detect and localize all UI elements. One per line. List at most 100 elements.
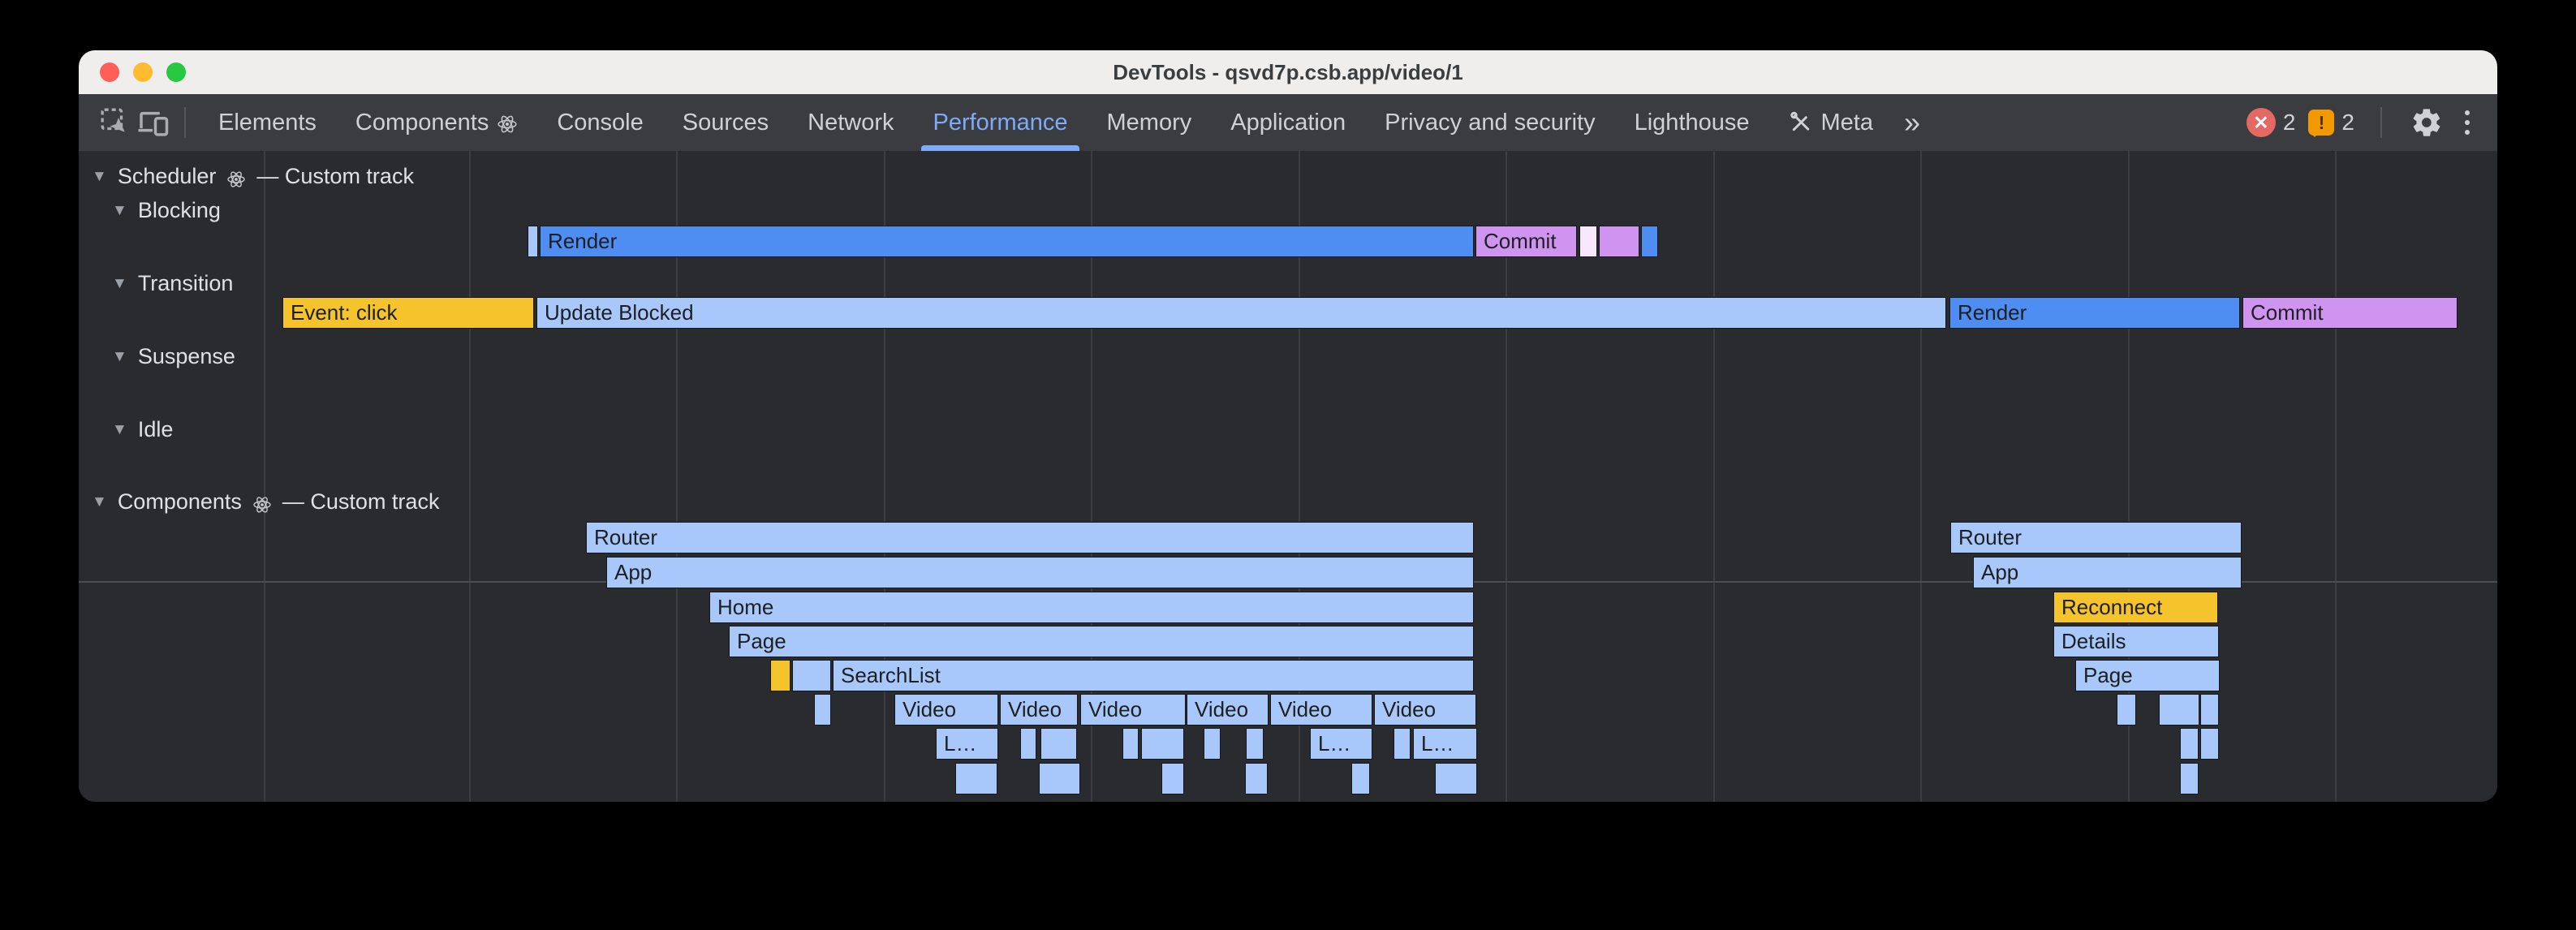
tab-elements[interactable]: Elements xyxy=(199,94,336,151)
flame-bar-video[interactable]: Video xyxy=(1187,694,1269,725)
inspect-element-icon[interactable] xyxy=(97,104,134,141)
flame-bar-segment[interactable] xyxy=(792,660,831,691)
kebab-menu-icon[interactable] xyxy=(2458,110,2476,135)
tab-label: Sources xyxy=(683,110,769,136)
tab-memory[interactable]: Memory xyxy=(1088,94,1212,151)
flame-bar-segment[interactable] xyxy=(1351,763,1370,794)
flame-bar-l[interactable]: L… xyxy=(1413,728,1477,760)
zoom-button[interactable] xyxy=(166,62,186,82)
close-button[interactable] xyxy=(100,62,119,82)
settings-gear-icon[interactable] xyxy=(2408,104,2445,141)
flame-bar-event-click[interactable]: Event: click xyxy=(282,297,534,329)
track-suffix: — Custom track xyxy=(256,164,414,189)
tab-label: Network xyxy=(808,110,894,136)
flame-bar-commit[interactable]: Commit xyxy=(2242,297,2458,329)
toolbar-separator xyxy=(184,107,186,138)
flame-bar-router[interactable]: Router xyxy=(586,522,1474,553)
flame-bar-segment[interactable] xyxy=(1040,728,1077,760)
flame-bar-segment[interactable] xyxy=(1599,226,1639,257)
lane-suspense[interactable]: ▼Suspense xyxy=(112,340,235,372)
track-header-components[interactable]: ▼Components— Custom track xyxy=(92,485,439,518)
flame-bar-home[interactable]: Home xyxy=(709,592,1474,623)
collapse-triangle-icon[interactable]: ▼ xyxy=(112,275,127,293)
flame-bar-segment[interactable] xyxy=(2159,694,2199,725)
flame-bar-commit[interactable]: Commit xyxy=(1475,226,1577,257)
devtools-toolbar: Elements ComponentsConsole Sources Network P… xyxy=(79,94,2497,151)
flame-bar-segment[interactable] xyxy=(814,694,831,725)
tab-label: Elements xyxy=(218,110,317,136)
track-label-text: Transition xyxy=(138,271,234,296)
error-badge[interactable]: ✕ 2 xyxy=(2246,108,2296,137)
flame-bar-l[interactable]: L… xyxy=(936,728,998,760)
track-label-text: Components xyxy=(118,489,242,515)
flame-bar-segment[interactable] xyxy=(1435,763,1477,794)
flame-bar-reconnect[interactable]: Reconnect xyxy=(2053,592,2218,623)
react-icon xyxy=(226,168,246,187)
flame-bar-segment[interactable] xyxy=(1020,728,1036,760)
flame-bar-update-blocked[interactable]: Update Blocked xyxy=(536,297,1946,329)
flame-bar-app[interactable]: App xyxy=(606,557,1474,588)
flame-bar-segment[interactable] xyxy=(1579,226,1597,257)
flame-bar-segment[interactable] xyxy=(2180,763,2199,794)
lane-idle[interactable]: ▼ Idle xyxy=(112,413,173,446)
flame-bar-segment[interactable] xyxy=(1141,728,1184,760)
flame-bar-segment[interactable] xyxy=(1246,728,1264,760)
traffic-lights xyxy=(100,50,186,94)
collapse-triangle-icon[interactable]: ▼ xyxy=(112,348,127,366)
track-label-text: Idle xyxy=(138,417,174,442)
collapse-triangle-icon[interactable]: ▼ xyxy=(112,421,127,439)
flame-bar-details[interactable]: Details xyxy=(2053,626,2219,657)
flame-bar-segment[interactable] xyxy=(2180,728,2199,760)
flame-bar-segment[interactable] xyxy=(2117,694,2136,725)
flame-bar-render[interactable]: Render xyxy=(540,226,1474,257)
gridline xyxy=(1920,151,1922,802)
flame-bar-segment[interactable] xyxy=(1204,728,1221,760)
tab-console[interactable]: Console xyxy=(537,94,662,151)
flame-bar-video[interactable]: Video xyxy=(894,694,998,725)
lane-transition[interactable]: ▼ Transition xyxy=(112,267,233,299)
flame-bar-l[interactable]: L… xyxy=(1310,728,1372,760)
flame-bar-segment[interactable] xyxy=(955,763,997,794)
flame-bar-segment[interactable] xyxy=(2200,728,2219,760)
collapse-triangle-icon[interactable]: ▼ xyxy=(92,493,107,511)
device-toolbar-icon[interactable] xyxy=(134,104,171,141)
flame-bar-segment[interactable] xyxy=(1641,226,1658,257)
lane-blocking[interactable]: ▼Blocking xyxy=(112,194,221,226)
warning-badge[interactable]: ! 2 xyxy=(2308,110,2354,136)
tab-meta[interactable]: Meta xyxy=(1769,94,1893,151)
tab-sources[interactable]: Sources xyxy=(663,94,788,151)
gridline xyxy=(1713,151,1715,802)
flame-bar-video[interactable]: Video xyxy=(1080,694,1186,725)
flame-bar-segment[interactable] xyxy=(2200,694,2219,725)
flame-bar-segment[interactable] xyxy=(528,226,538,257)
flame-bar-router[interactable]: Router xyxy=(1950,522,2242,553)
flame-bar-video[interactable]: Video xyxy=(1000,694,1078,725)
flame-bar-segment[interactable] xyxy=(1245,763,1268,794)
error-count: 2 xyxy=(2283,110,2296,136)
flame-bar-segment[interactable] xyxy=(1122,728,1139,760)
flame-bar-segment[interactable] xyxy=(770,660,790,691)
tab-application[interactable]: Application xyxy=(1211,94,1365,151)
tab-network[interactable]: Network xyxy=(788,94,913,151)
flame-bar-render[interactable]: Render xyxy=(1949,297,2240,329)
tab-performance[interactable]: Performance xyxy=(913,94,1087,151)
minimize-button[interactable] xyxy=(133,62,153,82)
flame-bar-page[interactable]: Page xyxy=(2075,660,2220,691)
more-tabs-icon[interactable]: » xyxy=(1904,105,1917,140)
flame-bar-segment[interactable] xyxy=(1161,763,1184,794)
track-header-scheduler[interactable]: ▼Scheduler— Custom track xyxy=(92,160,414,192)
wrench-icon xyxy=(1789,110,1813,135)
tab-components[interactable]: Components xyxy=(336,94,537,151)
flame-bar-searchlist[interactable]: SearchList xyxy=(833,660,1474,691)
collapse-triangle-icon[interactable]: ▼ xyxy=(112,202,127,220)
flame-bar-page[interactable]: Page xyxy=(729,626,1474,657)
react-icon xyxy=(252,493,272,513)
flame-bar-segment[interactable] xyxy=(1039,763,1080,794)
flame-bar-video[interactable]: Video xyxy=(1270,694,1372,725)
flame-bar-segment[interactable] xyxy=(1394,728,1411,760)
flame-bar-app[interactable]: App xyxy=(1973,557,2242,588)
flame-bar-video[interactable]: Video xyxy=(1374,694,1476,725)
collapse-triangle-icon[interactable]: ▼ xyxy=(92,168,107,186)
tab-lighthouse[interactable]: Lighthouse xyxy=(1615,94,1769,151)
tab-privacy-and-security[interactable]: Privacy and security xyxy=(1365,94,1615,151)
